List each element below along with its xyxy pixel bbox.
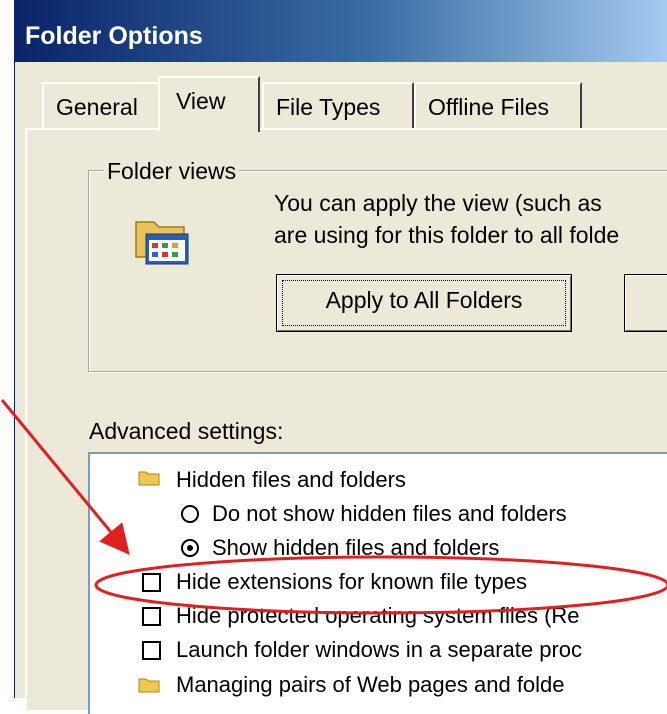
folder-views-description-line1: You can apply the view (such as xyxy=(274,190,602,216)
folder-view-icon xyxy=(135,221,189,265)
list-item-hide-protected-os-files[interactable]: Hide protected operating system files (R… xyxy=(176,603,580,629)
radio-do-not-show-hidden[interactable] xyxy=(181,505,199,523)
tab-file-types-label: File Types xyxy=(276,94,381,120)
tab-offline-files[interactable]: Offline Files xyxy=(414,82,582,128)
folder-icon xyxy=(138,471,160,486)
checkbox-launch-separate-process[interactable] xyxy=(142,641,161,660)
list-item-managing-web-pages: Managing pairs of Web pages and folde xyxy=(176,672,565,697)
list-item-launch-separate-process[interactable]: Launch folder windows in a separate proc xyxy=(176,637,582,663)
folder-views-group-title: Folder views xyxy=(104,158,240,185)
tab-view-label: View xyxy=(176,88,226,114)
tab-file-types[interactable]: File Types xyxy=(262,82,414,128)
tab-general[interactable]: General xyxy=(42,82,160,128)
apply-to-all-folders-button[interactable]: Apply to All Folders xyxy=(276,274,572,332)
checkbox-hide-protected-os-files[interactable] xyxy=(142,607,161,626)
tab-offline-files-label: Offline Files xyxy=(428,94,550,120)
list-item-hide-extensions[interactable]: Hide extensions for known file types xyxy=(176,569,527,595)
checkbox-hide-extensions[interactable] xyxy=(142,573,161,592)
window-title: Folder Options xyxy=(25,22,203,50)
folder-icon xyxy=(138,678,160,693)
title-bar[interactable]: Folder Options xyxy=(15,0,667,62)
list-item-do-not-show-hidden[interactable]: Do not show hidden files and folders xyxy=(212,501,567,527)
tab-general-label: General xyxy=(56,94,138,120)
list-item-show-hidden[interactable]: Show hidden files and folders xyxy=(212,535,499,561)
reset-all-folders-button[interactable] xyxy=(624,274,667,332)
list-item-hidden-files-folders: Hidden files and folders xyxy=(176,467,406,492)
advanced-settings-label: Advanced settings: xyxy=(89,418,284,444)
focus-rectangle xyxy=(282,280,566,326)
tab-view[interactable]: View xyxy=(158,76,260,132)
folder-views-description-line2: are using for this folder to all folde xyxy=(274,222,620,248)
radio-show-hidden[interactable] xyxy=(181,539,199,557)
